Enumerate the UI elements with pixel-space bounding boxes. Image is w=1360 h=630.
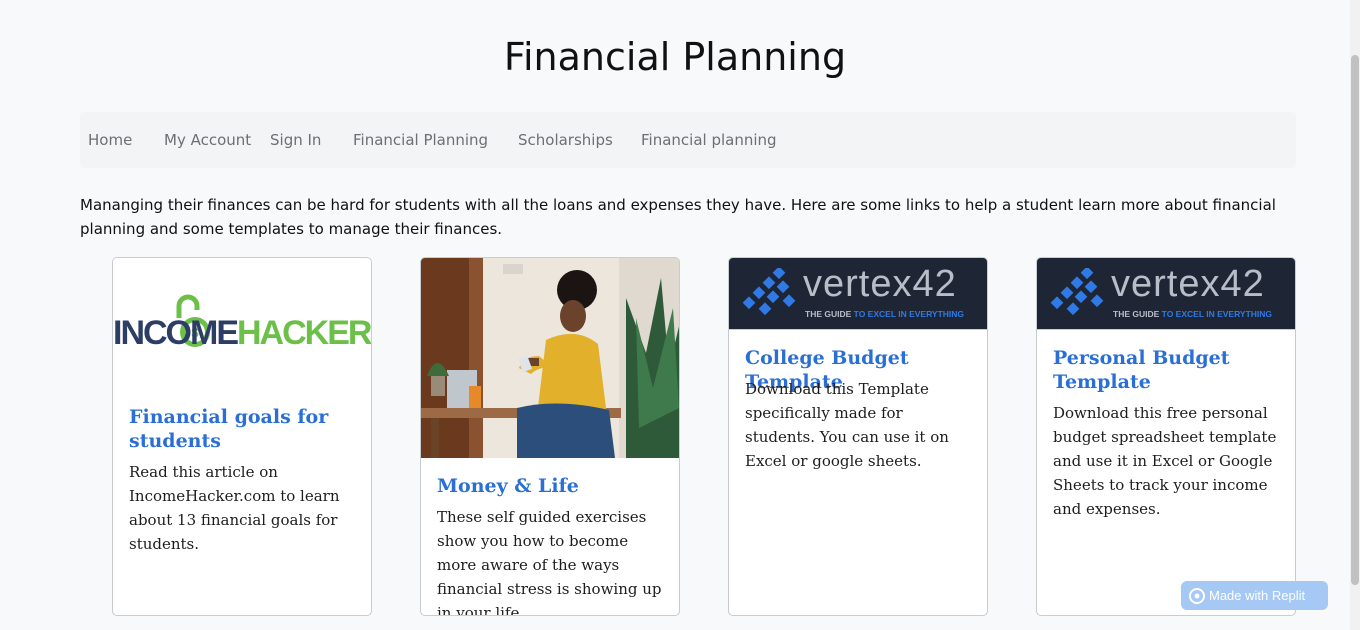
nav-financial-planning[interactable]: Financial Planning: [353, 131, 488, 149]
vertex42-logo[interactable]: vertex42 THE GUIDE TO EXCEL IN EVERYTHIN…: [729, 258, 987, 330]
card-college-budget: vertex42 THE GUIDE TO EXCEL IN EVERYTHIN…: [728, 257, 988, 616]
card-money-life: Money & Life These self guided exercises…: [420, 257, 680, 616]
vertex42-tagline-b: TO EXCEL IN EVERYTHING: [853, 309, 965, 319]
vertex42-mark-icon: [742, 268, 796, 316]
replit-icon: [1189, 588, 1205, 604]
woman-with-phone-image[interactable]: [421, 258, 680, 458]
card-text: Download this free personal budget sprea…: [1053, 404, 1277, 518]
vertex42-tagline-b: TO EXCEL IN EVERYTHING: [1161, 309, 1273, 319]
card-text: Download this Template specifically made…: [745, 380, 949, 470]
vertex42-mark-icon: [1050, 268, 1104, 316]
vertex42-tagline-a: THE GUIDE: [805, 309, 852, 319]
card-text: These self guided exercises show you how…: [437, 508, 662, 616]
card-text: Read this article on IncomeHacker.com to…: [129, 463, 340, 553]
nav-sign-in[interactable]: Sign In: [270, 131, 321, 149]
vertex42-tagline-a: THE GUIDE: [1113, 309, 1160, 319]
card-title[interactable]: Personal Budget Template: [1053, 346, 1281, 394]
badge-label: Made with Replit: [1209, 588, 1306, 603]
made-with-replit-badge[interactable]: Made with Replit: [1181, 581, 1328, 610]
card-financial-goals: $ INCOMEHACKER Financial goals for stude…: [112, 257, 372, 616]
card-personal-budget: vertex42 THE GUIDE TO EXCEL IN EVERYTHIN…: [1036, 257, 1296, 616]
vertex42-wordmark: vertex42: [803, 263, 957, 305]
nav-financial-planning-2[interactable]: Financial planning: [641, 131, 777, 149]
page-title: Financial Planning: [503, 35, 847, 79]
nav-my-account[interactable]: My Account: [164, 131, 251, 149]
intro-text: Mananging their finances can be hard for…: [80, 196, 1276, 238]
vertex42-logo[interactable]: vertex42 THE GUIDE TO EXCEL IN EVERYTHIN…: [1037, 258, 1295, 330]
page-scrollbar[interactable]: [1350, 0, 1360, 630]
logo-income-text: INCOME: [113, 314, 239, 352]
main-nav: Home My Account Sign In Financial Planni…: [80, 112, 1296, 168]
card-title[interactable]: Money & Life: [437, 474, 665, 498]
nav-home[interactable]: Home: [88, 131, 132, 149]
vertex42-wordmark: vertex42: [1111, 263, 1265, 305]
incomehacker-logo[interactable]: $ INCOMEHACKER: [113, 288, 371, 358]
card-title[interactable]: Financial goals for students: [129, 405, 357, 453]
logo-hacker-text: HACKER: [237, 314, 371, 352]
nav-scholarships[interactable]: Scholarships: [518, 131, 613, 149]
scrollbar-thumb[interactable]: [1351, 55, 1359, 585]
